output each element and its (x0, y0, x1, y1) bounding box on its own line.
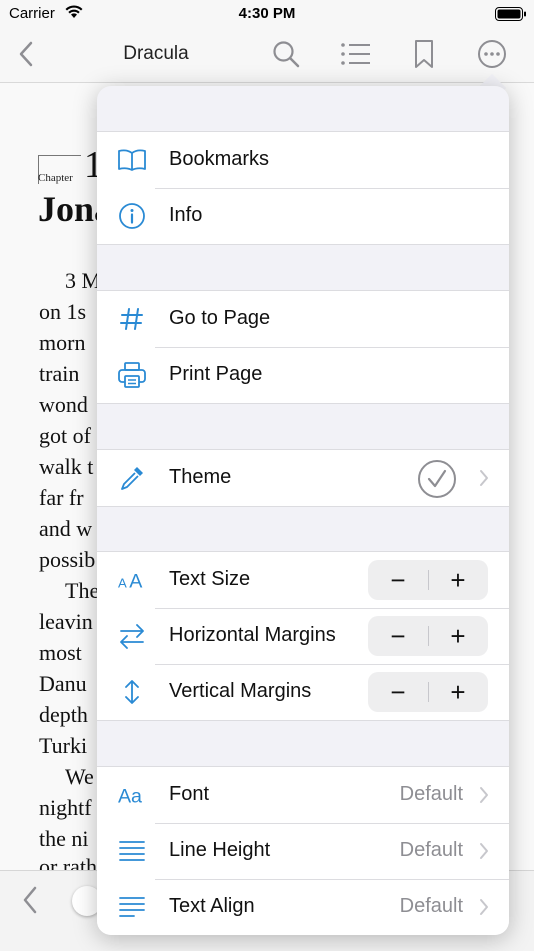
body-text-line: and w (39, 516, 93, 541)
body-text-line: the ni (39, 826, 89, 851)
menu-item-label: Line Height (169, 839, 271, 861)
svg-text:A: A (118, 576, 127, 591)
body-text-line: Turki (39, 733, 88, 758)
back-button[interactable] (8, 36, 44, 72)
printer-icon (117, 361, 147, 389)
body-text-line: leavin (39, 609, 93, 634)
chapter-label: Chapter (38, 172, 73, 184)
body-text-line: or rath (39, 854, 98, 870)
body-text-line: on 1s (39, 299, 87, 324)
horizontal-margins-increase-button[interactable]: + (428, 616, 488, 656)
menu-group-layout: AA Text Size − + Horizontal Margins − + (97, 551, 509, 721)
chevron-left-icon (19, 41, 33, 67)
body-text-line: walk t (39, 454, 94, 479)
svg-text:A: A (129, 571, 143, 593)
font-icon: Aa (117, 781, 147, 809)
battery-icon (495, 6, 527, 27)
contents-button[interactable] (338, 36, 374, 72)
menu-item-label: Info (169, 204, 203, 226)
status-bar: Carrier 4:30 PM (0, 0, 534, 28)
menu-item-label: Horizontal Margins (169, 624, 336, 646)
svg-text:Aa: Aa (118, 786, 142, 808)
chevron-left-icon (23, 886, 37, 914)
chevron-right-icon (479, 469, 489, 492)
horizontal-margins-decrease-button[interactable]: − (368, 616, 428, 656)
menu-item-label: Theme (169, 466, 232, 488)
body-text-line: depth (39, 702, 88, 727)
book-icon (117, 146, 147, 174)
body-text-line: morn (39, 330, 86, 355)
body-text-line: wond (39, 392, 88, 417)
body-text-line: train (39, 361, 80, 386)
line-height-value: Default (399, 839, 463, 861)
chevron-right-icon (479, 898, 489, 921)
book-title: Dracula (123, 43, 189, 64)
menu-item-label: Text Align (169, 895, 255, 917)
menu-item-text-align[interactable]: Text Align Default (97, 879, 509, 935)
menu-item-label: Text Size (169, 568, 251, 590)
status-time: 4:30 PM (238, 5, 296, 22)
text-size-decrease-button[interactable]: − (368, 560, 428, 600)
text-size-increase-button[interactable]: + (428, 560, 488, 600)
text-size-icon: AA (117, 566, 147, 594)
body-text-line: The (65, 578, 100, 603)
line-height-icon (117, 837, 147, 865)
menu-item-info[interactable]: Info (97, 188, 509, 244)
more-button[interactable] (474, 36, 510, 72)
menu-item-line-height[interactable]: Line Height Default (97, 823, 509, 879)
menu-item-label: Vertical Margins (169, 680, 312, 702)
menu-item-theme[interactable]: Theme (97, 450, 509, 506)
menu-item-label: Go to Page (169, 307, 271, 329)
reader-settings-popover: Bookmarks Info Go to Page Print Page The… (97, 86, 509, 935)
list-icon (341, 43, 370, 65)
menu-item-vertical-margins: Vertical Margins − + (97, 664, 509, 720)
bookmark-icon (415, 40, 433, 68)
more-icon (478, 40, 506, 68)
body-text-line: 3 M (65, 268, 102, 293)
menu-item-font[interactable]: Aa Font Default (97, 767, 509, 823)
hash-icon (117, 305, 147, 333)
body-text-line: possib (39, 547, 96, 572)
body-text-line: nightf (39, 795, 92, 820)
menu-group-typography: Aa Font Default Line Height Default Text… (97, 766, 509, 935)
text-align-value: Default (399, 895, 463, 917)
horizontal-arrows-icon (117, 622, 147, 650)
checkmark-circle-icon (417, 459, 457, 504)
chevron-right-icon (479, 842, 489, 865)
eyedropper-icon (117, 464, 147, 492)
menu-item-label: Bookmarks (169, 148, 270, 170)
menu-item-label: Font (169, 783, 210, 805)
search-button[interactable] (268, 36, 304, 72)
body-text-line: Danu (39, 671, 87, 696)
menu-item-label: Print Page (169, 363, 263, 385)
navigation-bar: Dracula (0, 28, 534, 83)
previous-page-button[interactable] (22, 885, 38, 920)
menu-item-text-size: AA Text Size − + (97, 552, 509, 608)
body-text-line: most (39, 640, 82, 665)
text-align-icon (117, 893, 147, 921)
horizontal-margins-stepper: − + (368, 616, 488, 656)
vertical-margins-stepper: − + (368, 672, 488, 712)
search-icon (273, 41, 300, 68)
vertical-margins-decrease-button[interactable]: − (368, 672, 428, 712)
body-text-line: We (65, 764, 94, 789)
menu-group-navigation: Bookmarks Info (97, 131, 509, 245)
vertical-margins-increase-button[interactable]: + (428, 672, 488, 712)
menu-item-print-page[interactable]: Print Page (97, 347, 509, 403)
body-text-line: far fr (39, 485, 84, 510)
bookmark-button[interactable] (406, 36, 442, 72)
menu-item-go-to-page[interactable]: Go to Page (97, 291, 509, 347)
menu-item-bookmarks[interactable]: Bookmarks (97, 132, 509, 188)
menu-group-page: Go to Page Print Page (97, 290, 509, 404)
info-icon (117, 202, 147, 230)
text-size-stepper: − + (368, 560, 488, 600)
font-value: Default (399, 783, 463, 805)
menu-item-horizontal-margins: Horizontal Margins − + (97, 608, 509, 664)
body-text-line: got of (39, 423, 91, 448)
menu-group-theme: Theme (97, 449, 509, 507)
vertical-arrows-icon (117, 678, 147, 706)
chevron-right-icon (479, 786, 489, 809)
